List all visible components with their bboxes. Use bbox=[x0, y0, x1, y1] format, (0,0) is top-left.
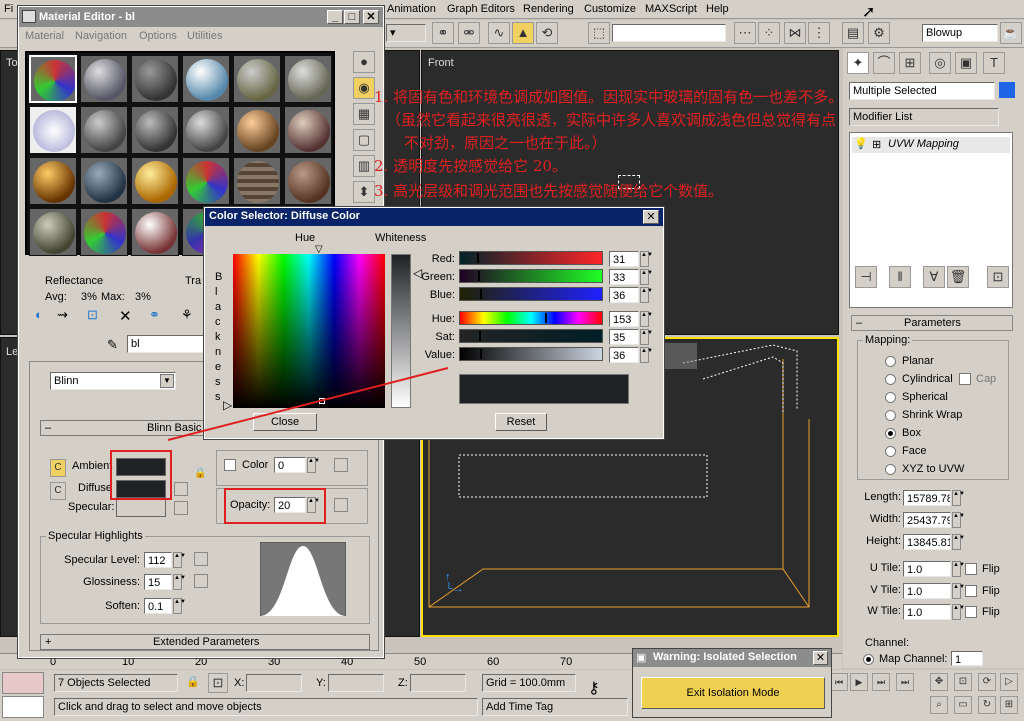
annotation-line-1: 1. 将固有色和环境色调成如图值。因现实中玻璃的固有色一也差不多。 bbox=[374, 88, 844, 106]
annotation-line-5: 3. 高光层级和调光范围也先按感觉随便给它个数值。 bbox=[374, 182, 724, 200]
annotation-line-3: 不对劲，原因之一也在于此。） bbox=[404, 134, 607, 152]
annotation-line-2: （虽然它看起来很亮很透，实际中许多人喜欢调成浅色但总觉得有点 bbox=[386, 111, 837, 129]
annotation-line-4: 2. 透明度先按感觉给它 20。 bbox=[374, 157, 567, 175]
